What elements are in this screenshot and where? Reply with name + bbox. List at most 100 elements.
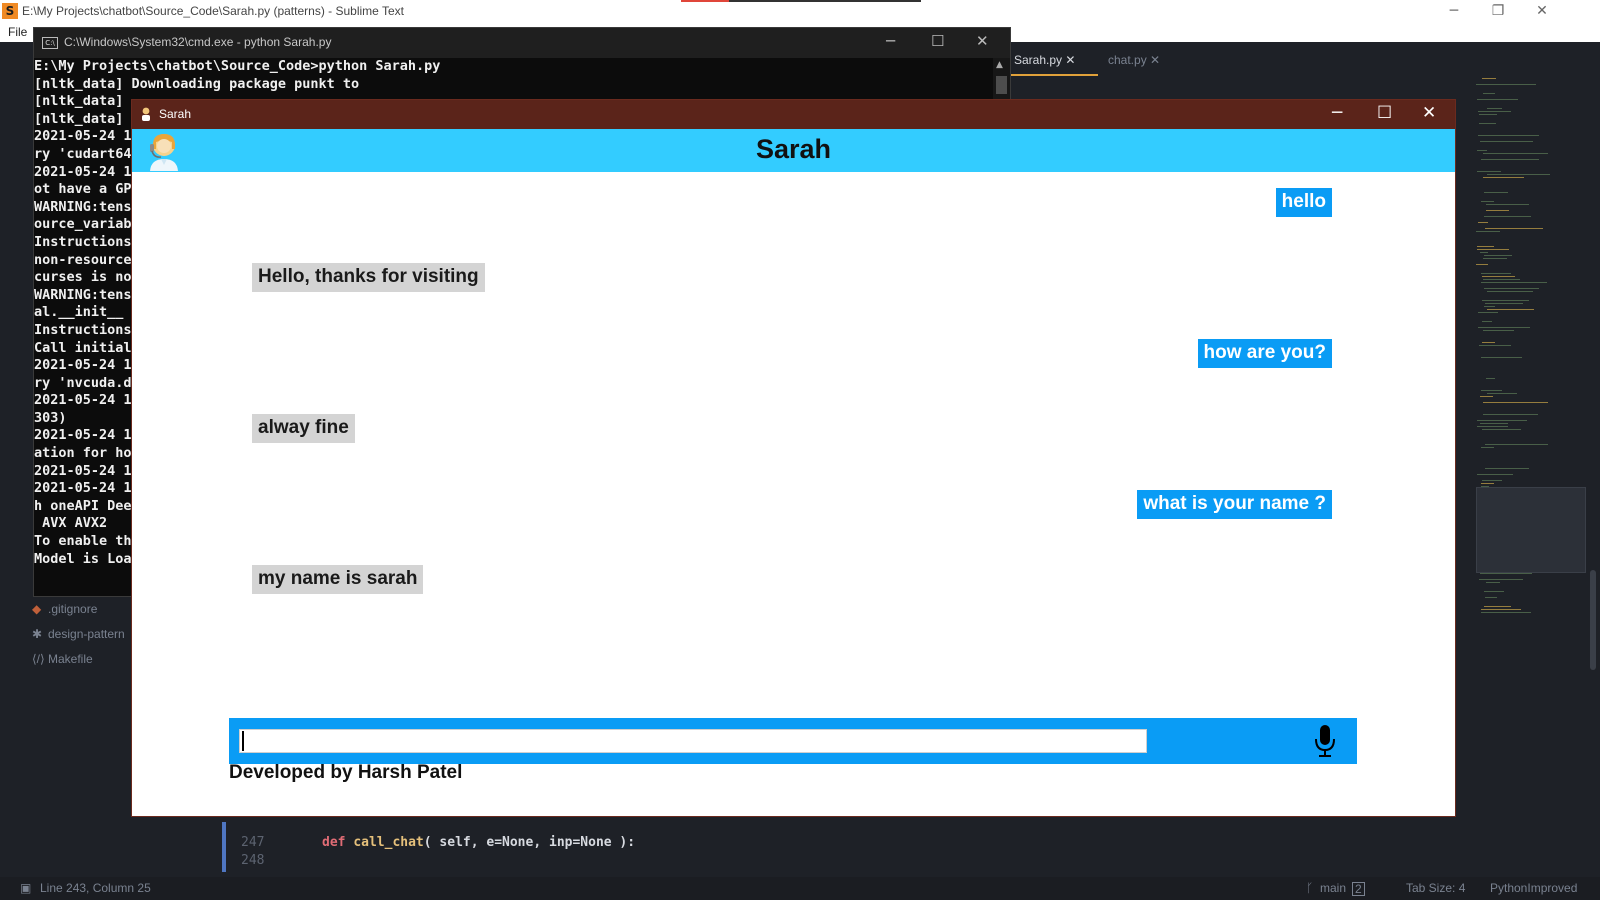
tab-close-icon[interactable]: ✕: [1065, 53, 1075, 67]
sarah-window-title: Sarah: [159, 107, 192, 121]
cmd-line: E:\My Projects\chatbot\Source_Code>pytho…: [34, 58, 441, 74]
minimap-line: [1479, 114, 1497, 115]
chat-input-bar: [229, 718, 1357, 764]
minimap-line: [1482, 300, 1529, 301]
sarah-titlebar[interactable]: Sarah ─ ☐ ✕: [132, 100, 1455, 129]
user-message: how are you?: [1197, 339, 1332, 368]
minimap-line: [1483, 93, 1495, 94]
active-tab-indicator: [1010, 74, 1098, 76]
minimap-line: [1477, 249, 1509, 250]
cmd-maximize-icon[interactable]: ☐: [931, 32, 944, 50]
asterisk-icon: ✱: [32, 627, 43, 641]
line-number: 248: [241, 853, 265, 868]
minimap-line: [1480, 141, 1533, 142]
sidebar-file-gitignore[interactable]: ◆ .gitignore: [32, 602, 97, 616]
minimap-line: [1481, 159, 1539, 160]
minimap-line: [1480, 573, 1532, 574]
sidebar-file-makefile[interactable]: ⟨/⟩ Makefile: [32, 652, 93, 666]
minimap-line: [1476, 84, 1536, 85]
minimap-line: [1485, 597, 1497, 598]
minimap-line: [1478, 222, 1488, 223]
tab-sarah-py[interactable]: Sarah.py ✕: [1014, 53, 1075, 67]
minimap-line: [1478, 327, 1530, 328]
minimap-line: [1477, 420, 1527, 421]
cmd-minimize-icon[interactable]: ─: [886, 32, 895, 50]
minimap-line: [1485, 468, 1529, 469]
minimap-line: [1484, 288, 1539, 289]
sublime-minimize-icon[interactable]: ─: [1432, 0, 1476, 24]
minimap-line: [1482, 480, 1502, 481]
minimap-line: [1483, 402, 1548, 403]
minimap-line: [1487, 108, 1502, 109]
minimap-line: [1477, 150, 1487, 151]
minimap-line: [1482, 78, 1496, 79]
minimap-line: [1479, 345, 1511, 346]
minimap-line: [1485, 228, 1543, 229]
sarah-window[interactable]: Sarah ─ ☐ ✕ Sarah hello Hello, thanks fo…: [131, 99, 1456, 817]
minimap-line: [1479, 123, 1496, 124]
sublime-logo-icon: S: [2, 3, 18, 19]
sublime-window-title: E:\My Projects\chatbot\Source_Code\Sarah…: [22, 4, 404, 18]
bot-message: alway fine: [252, 414, 355, 443]
cursor-position[interactable]: Line 243, Column 25: [40, 881, 151, 895]
function-name: call_chat: [353, 835, 424, 850]
chat-input[interactable]: [239, 729, 1147, 753]
cmd-titlebar[interactable]: C:\ C:\Windows\System32\cmd.exe - python…: [34, 28, 1010, 58]
microphone-icon[interactable]: [1313, 724, 1337, 758]
minimap-line: [1477, 246, 1494, 247]
sublime-restore-icon[interactable]: ❐: [1476, 0, 1520, 24]
terminal-icon[interactable]: ▣: [20, 881, 31, 895]
tab-chat-py[interactable]: chat.py ✕: [1108, 53, 1160, 67]
sublime-titlebar: S E:\My Projects\chatbot\Source_Code\Sar…: [0, 0, 1600, 24]
minimap-line: [1482, 342, 1495, 343]
minimap-line: [1476, 231, 1500, 232]
minimap-line: [1487, 291, 1533, 292]
cmd-title: C:\Windows\System32\cmd.exe - python Sar…: [64, 35, 332, 49]
minimap-line: [1481, 273, 1511, 274]
minimap-line: [1478, 111, 1511, 112]
sarah-maximize-icon[interactable]: ☐: [1377, 103, 1392, 123]
minimap-line: [1484, 216, 1531, 217]
minimap-line: [1481, 483, 1494, 484]
bot-message: my name is sarah: [252, 565, 424, 594]
code-icon: ⟨/⟩: [32, 652, 45, 666]
minimap-line: [1481, 390, 1502, 391]
minimap-line: [1484, 591, 1504, 592]
chat-header: Sarah: [132, 129, 1455, 172]
minimap-line: [1480, 396, 1493, 397]
branch-icon: ᚴ: [1306, 881, 1314, 895]
bot-message: Hello, thanks for visiting: [252, 263, 485, 292]
menu-file[interactable]: File: [8, 25, 27, 39]
cmd-scroll-thumb[interactable]: [996, 76, 1007, 94]
cmd-close-icon[interactable]: ✕: [976, 32, 989, 50]
sarah-minimize-icon[interactable]: ─: [1332, 103, 1342, 123]
minimap-line: [1483, 279, 1520, 280]
minimap-line: [1484, 192, 1508, 193]
sarah-close-icon[interactable]: ✕: [1422, 103, 1436, 123]
sarah-app-icon: [142, 107, 150, 121]
code-line[interactable]: def call_chat( self, e=None, inp=None ):: [322, 835, 635, 850]
text-caret: [242, 731, 244, 751]
minimap-line: [1482, 321, 1492, 322]
minimap-line: [1483, 177, 1524, 178]
tab-size[interactable]: Tab Size: 4: [1406, 881, 1465, 895]
cmd-line: [nltk_data] Downloading package punkt to: [34, 75, 360, 92]
minimap-line: [1486, 210, 1509, 211]
tab-close-icon[interactable]: ✕: [1150, 53, 1160, 67]
minimap-line: [1481, 612, 1531, 613]
gutter-marker: [222, 822, 226, 872]
minimap-line: [1479, 579, 1523, 580]
minimap-line: [1484, 306, 1495, 307]
syntax-name[interactable]: PythonImproved: [1490, 881, 1577, 895]
minimap-line: [1483, 330, 1514, 331]
minimap-line: [1483, 258, 1507, 259]
minimap-line: [1481, 609, 1521, 610]
minimap-viewport[interactable]: [1476, 487, 1586, 573]
sublime-close-icon[interactable]: ✕: [1520, 0, 1564, 24]
minimap-line: [1485, 303, 1523, 304]
minimap-line: [1476, 264, 1488, 265]
editor-scrollbar[interactable]: [1590, 570, 1596, 670]
sidebar-file-design-pattern[interactable]: ✱ design-pattern: [32, 627, 125, 641]
branch-name[interactable]: main: [1320, 881, 1346, 895]
scroll-up-icon[interactable]: ▲: [996, 60, 1003, 70]
